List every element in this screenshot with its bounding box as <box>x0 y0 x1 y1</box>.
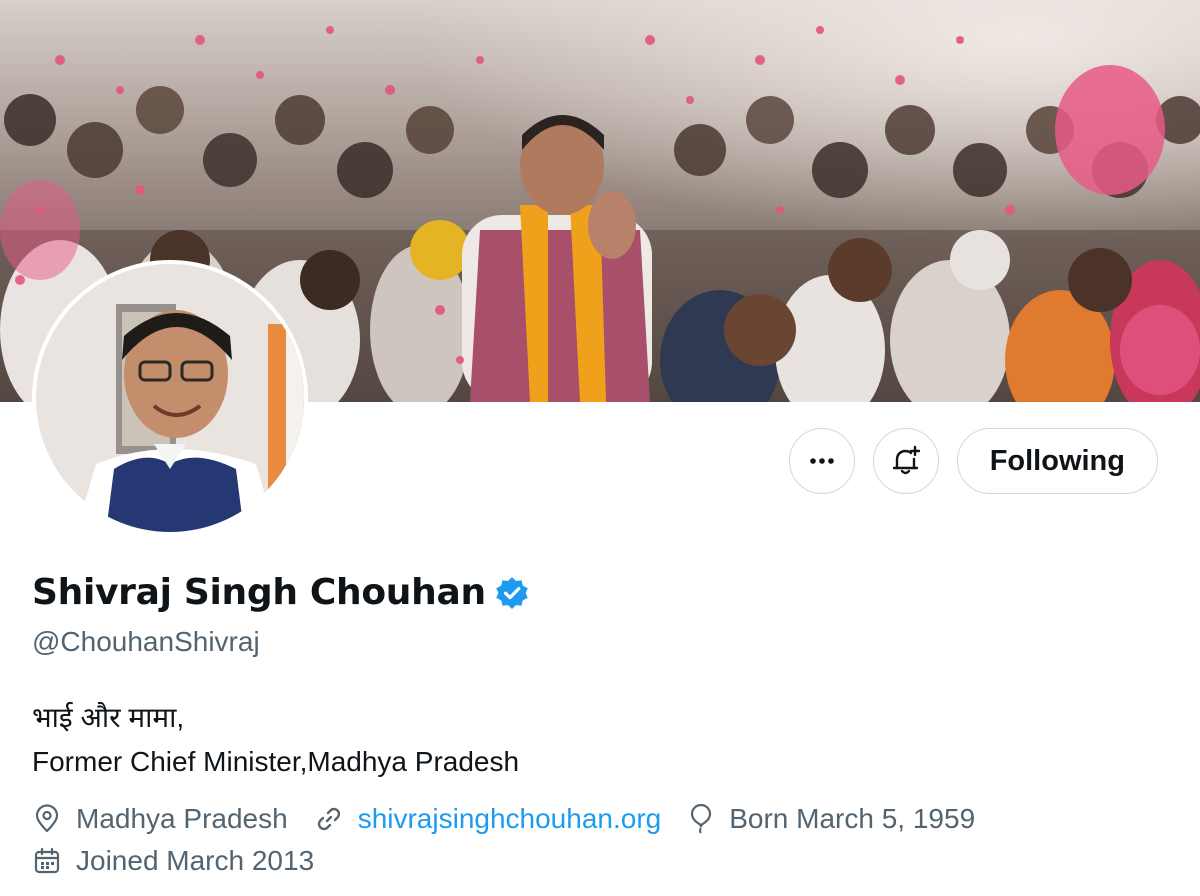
profile-avatar[interactable] <box>32 260 308 536</box>
more-options-button[interactable] <box>788 428 855 494</box>
profile-joined: Joined March 2013 <box>32 845 314 877</box>
website-link[interactable]: shivrajsinghchouhan.org <box>358 803 662 835</box>
following-button[interactable]: Following <box>956 428 1158 494</box>
calendar-icon <box>34 847 60 874</box>
profile-location: Madhya Pradesh <box>32 803 288 835</box>
location-text: Madhya Pradesh <box>76 803 288 834</box>
location-pin-icon <box>35 804 59 833</box>
verified-badge-icon[interactable] <box>494 575 530 611</box>
profile-display-name: Shivraj Singh Chouhan <box>32 572 486 613</box>
profile-handle: @ChouhanShivraj <box>32 626 260 657</box>
joined-text: Joined March 2013 <box>76 845 315 876</box>
profile-page: Following Shivraj Singh Chouhan @Chouhan… <box>0 0 1200 896</box>
bio-line: भाई और मामा, <box>32 702 185 733</box>
notifications-button[interactable] <box>872 428 939 494</box>
profile-website: shivrajsinghchouhan.org <box>314 803 662 835</box>
profile-meta: Madhya Pradesh shivrajsinghchouhan.org B… <box>32 798 1001 882</box>
profile-actions: Following <box>788 428 1158 494</box>
profile-name-row: Shivraj Singh Chouhan <box>32 572 530 613</box>
bio-line: Former Chief Minister,Madhya Pradesh <box>32 746 520 777</box>
link-icon <box>317 807 340 831</box>
birthday-text: Born March 5, 1959 <box>729 803 976 834</box>
profile-birthday: Born March 5, 1959 <box>687 803 975 835</box>
more-horizontal-icon <box>809 458 834 464</box>
profile-bio: भाई और मामा, Former Chief Minister,Madhy… <box>32 696 519 784</box>
bell-plus-icon <box>892 445 920 475</box>
balloon-icon <box>691 804 712 834</box>
